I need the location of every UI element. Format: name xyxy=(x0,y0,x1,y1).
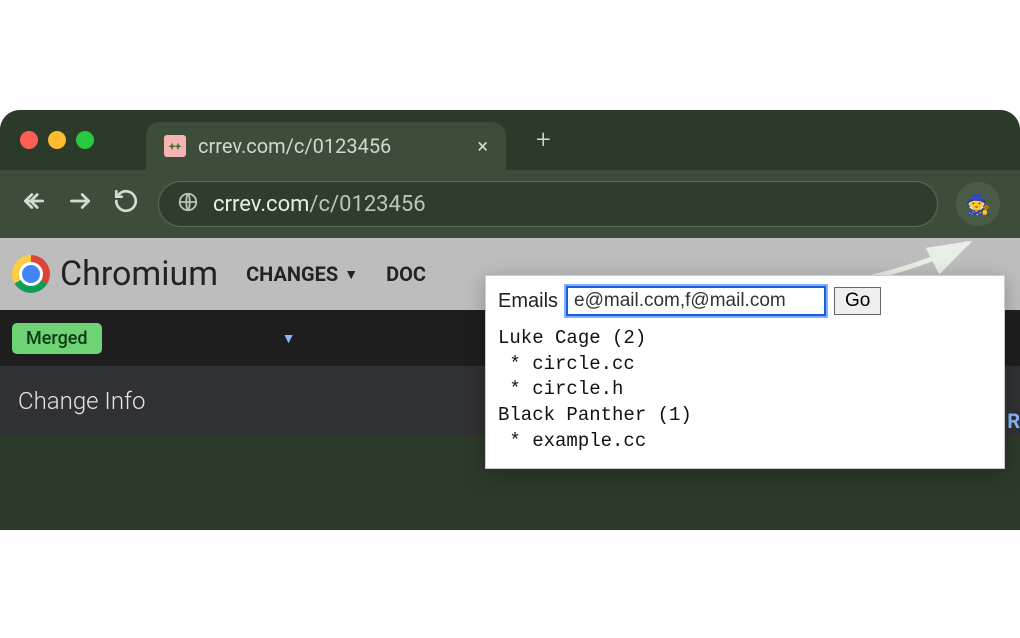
tab-favicon-icon: ++ xyxy=(164,135,186,157)
caret-down-icon: ▼ xyxy=(344,266,358,283)
tab-title: crrev.com/c/0123456 xyxy=(198,134,465,158)
minimize-window-button[interactable] xyxy=(48,131,66,149)
extension-icon: 🧙 xyxy=(966,192,991,216)
address-bar[interactable]: crrev.com/c/0123456 xyxy=(158,181,938,227)
tab-close-button[interactable]: × xyxy=(477,134,488,158)
close-window-button[interactable] xyxy=(20,131,38,149)
go-button[interactable]: Go xyxy=(834,287,881,315)
nav-changes-label: CHANGES xyxy=(246,262,338,286)
popup-form: Emails Go xyxy=(498,286,992,316)
tab-bar: ++ crrev.com/c/0123456 × + xyxy=(0,110,1020,170)
url-text: crrev.com/c/0123456 xyxy=(213,192,426,217)
forward-button[interactable] xyxy=(66,188,94,221)
popup-results: Luke Cage (2) * circle.cc * circle.h Bla… xyxy=(498,326,992,454)
new-tab-button[interactable]: + xyxy=(536,125,551,155)
maximize-window-button[interactable] xyxy=(76,131,94,149)
nav-changes[interactable]: CHANGES ▼ xyxy=(246,262,358,286)
nav-docs-label: DOC xyxy=(386,262,426,286)
window-controls xyxy=(20,131,94,149)
truncated-text: R xyxy=(1007,409,1020,433)
chromium-title: Chromium xyxy=(60,254,218,294)
reload-icon xyxy=(113,188,139,214)
arrow-left-icon xyxy=(21,188,47,214)
extension-button[interactable]: 🧙 xyxy=(956,182,1000,226)
browser-tab[interactable]: ++ crrev.com/c/0123456 × xyxy=(146,122,506,170)
nav-docs[interactable]: DOC xyxy=(386,262,426,286)
extension-popup: Emails Go Luke Cage (2) * circle.cc * ci… xyxy=(485,275,1005,469)
change-info-label: Change Info xyxy=(18,387,145,415)
browser-toolbar: crrev.com/c/0123456 🧙 xyxy=(0,170,1020,238)
arrow-right-icon xyxy=(67,188,93,214)
back-button[interactable] xyxy=(20,188,48,221)
chrome-icon xyxy=(12,255,50,293)
emails-label: Emails xyxy=(498,290,558,313)
chromium-logo[interactable]: Chromium xyxy=(12,254,218,294)
emails-input[interactable] xyxy=(566,286,826,316)
dropdown-caret-icon[interactable]: ▼ xyxy=(282,330,296,347)
status-badge: Merged xyxy=(12,323,102,354)
reload-button[interactable] xyxy=(112,188,140,220)
globe-icon xyxy=(177,191,199,217)
